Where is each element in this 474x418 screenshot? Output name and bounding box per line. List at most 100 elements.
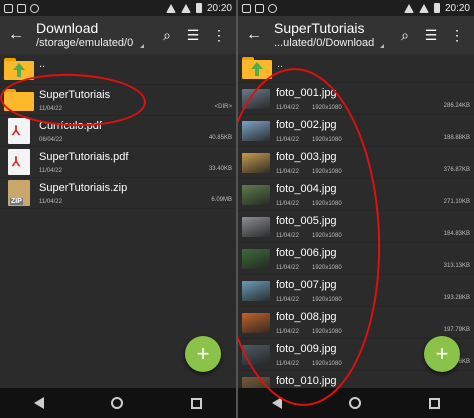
app-toolbar: ← Download /storage/emulated/0 ⌕ ☰ ⋮: [0, 16, 236, 54]
status-bar: 20:20: [0, 0, 236, 16]
photo-thumbnail-icon: [242, 152, 270, 173]
file-size: 40.85KB: [208, 135, 232, 141]
list-item[interactable]: ⅄ SuperTutoriais.pdf 11/04/22 33.40KB: [0, 147, 236, 178]
list-item[interactable]: foto_005.jpg 11/04/22 1920x1080 184.83KB: [238, 211, 474, 243]
file-resolution: 1920x1080: [312, 169, 342, 175]
file-size: 184.83KB: [443, 231, 470, 237]
list-item[interactable]: foto_004.jpg 11/04/22 1920x1080 271.10KB: [238, 179, 474, 211]
photo-notification-icon: [255, 3, 264, 13]
file-resolution: 1920x1080: [312, 361, 342, 367]
status-time: 20:20: [444, 2, 470, 14]
file-resolution: 1920x1080: [312, 329, 342, 335]
file-name: foto_003.jpg: [276, 151, 337, 163]
left-phone-screen: 20:20 ← Download /storage/emulated/0 ⌕ ☰…: [0, 0, 236, 418]
file-name: foto_008.jpg: [276, 311, 337, 323]
list-item[interactable]: foto_001.jpg 11/04/22 1920x1080 286.24KB: [238, 83, 474, 115]
file-size: 271.10KB: [443, 199, 470, 205]
status-time: 20:20: [206, 2, 232, 14]
signal-icon: [180, 3, 191, 13]
file-name: Currículo.pdf: [39, 120, 102, 132]
file-resolution: 1920x1080: [312, 233, 342, 239]
sync-icon: [268, 3, 277, 13]
folder-icon: [4, 89, 34, 111]
path-dropdown-icon[interactable]: [376, 44, 384, 48]
add-fab-button[interactable]: +: [424, 336, 460, 372]
file-list: .. SuperTutoriais 11/04/22 <DIR> ⅄ Currí…: [0, 54, 236, 209]
photo-notification-icon: [17, 3, 26, 13]
pdf-file-icon: ⅄: [8, 118, 30, 144]
file-name: SuperTutoriais.zip: [39, 182, 128, 194]
list-item[interactable]: foto_003.jpg 11/04/22 1920x1080 376.87KB: [238, 147, 474, 179]
nav-recents-icon[interactable]: [191, 397, 203, 409]
list-item[interactable]: foto_008.jpg 11/04/22 1920x1080 197.79KB: [238, 307, 474, 339]
file-date: 11/04/22: [39, 168, 62, 174]
nav-recents-icon[interactable]: [429, 397, 441, 409]
back-arrow-icon[interactable]: ←: [8, 26, 26, 44]
photo-thumbnail-icon: [242, 248, 270, 269]
photo-thumbnail-icon: [242, 280, 270, 301]
toolbar-titles[interactable]: SuperTutoriais ...ulated/0/Download: [274, 20, 392, 50]
list-item[interactable]: foto_007.jpg 11/04/22 1920x1080 193.28KB: [238, 275, 474, 307]
more-options-icon[interactable]: ⋮: [444, 27, 470, 44]
file-name: foto_004.jpg: [276, 183, 337, 195]
list-view-icon[interactable]: ☰: [180, 27, 206, 44]
file-size: 188.88KB: [443, 135, 470, 141]
file-size: 197.79KB: [443, 327, 470, 333]
path-dropdown-icon[interactable]: [136, 44, 144, 48]
nav-home-icon[interactable]: [111, 397, 124, 409]
notification-icon: [4, 3, 13, 13]
folder-title: SuperTutoriais: [274, 20, 365, 36]
battery-icon: [433, 3, 440, 13]
file-name: foto_009.jpg: [276, 343, 337, 355]
file-date: 11/04/22: [39, 106, 62, 112]
notification-icon: [242, 3, 251, 13]
parent-folder-row[interactable]: ..: [238, 54, 474, 83]
search-icon[interactable]: ⌕: [154, 27, 180, 44]
sync-icon: [30, 3, 39, 13]
file-resolution: 1920x1080: [312, 201, 342, 207]
photo-thumbnail-icon: [242, 120, 270, 141]
nav-back-icon[interactable]: [271, 397, 282, 409]
app-toolbar: ← SuperTutoriais ...ulated/0/Download ⌕ …: [238, 16, 474, 54]
file-resolution: 1920x1080: [312, 265, 342, 271]
list-view-icon[interactable]: ☰: [418, 27, 444, 44]
file-name: foto_006.jpg: [276, 247, 337, 259]
wifi-icon: [403, 3, 414, 13]
file-date: 11/04/22: [39, 199, 62, 205]
folder-title: Download: [36, 20, 99, 36]
file-date: 11/04/22: [276, 297, 299, 303]
parent-folder-icon: [242, 57, 272, 79]
status-bar: 20:20: [238, 0, 474, 16]
file-date: 11/04/22: [276, 137, 299, 143]
file-date: 11/04/22: [276, 169, 299, 175]
zip-file-icon: ZIP: [8, 180, 30, 206]
file-size: 33.40KB: [208, 166, 232, 172]
list-item[interactable]: foto_002.jpg 11/04/22 1920x1080 188.88KB: [238, 115, 474, 147]
nav-home-icon[interactable]: [349, 397, 362, 409]
parent-folder-row[interactable]: ..: [0, 54, 236, 85]
list-item[interactable]: foto_006.jpg 11/04/22 1920x1080 313.13KB: [238, 243, 474, 275]
file-size: 313.13KB: [443, 263, 470, 269]
file-date: 11/04/22: [276, 105, 299, 111]
file-resolution: 1920x1080: [312, 297, 342, 303]
photo-thumbnail-icon: [242, 312, 270, 333]
list-item[interactable]: ⅄ Currículo.pdf 06/04/22 40.85KB: [0, 116, 236, 147]
photo-thumbnail-icon: [242, 88, 270, 109]
list-item[interactable]: SuperTutoriais 11/04/22 <DIR>: [0, 85, 236, 116]
file-name: SuperTutoriais.pdf: [39, 151, 129, 163]
parent-folder-icon: [4, 58, 34, 80]
back-arrow-icon[interactable]: ←: [246, 26, 264, 44]
file-resolution: 1920x1080: [312, 137, 342, 143]
list-item[interactable]: ZIP SuperTutoriais.zip 11/04/22 6.09MB: [0, 178, 236, 209]
screenshot-composite: 20:20 ← Download /storage/emulated/0 ⌕ ☰…: [0, 0, 474, 418]
search-icon[interactable]: ⌕: [392, 27, 418, 44]
parent-label: ..: [277, 58, 284, 70]
signal-icon: [418, 3, 429, 13]
nav-back-icon[interactable]: [33, 397, 44, 409]
file-date: 06/04/22: [39, 137, 63, 143]
add-fab-button[interactable]: +: [185, 336, 221, 372]
more-options-icon[interactable]: ⋮: [206, 27, 232, 44]
file-date: 11/04/22: [276, 265, 299, 271]
file-name: SuperTutoriais: [39, 89, 111, 101]
folder-path: ...ulated/0/Download: [274, 37, 375, 49]
